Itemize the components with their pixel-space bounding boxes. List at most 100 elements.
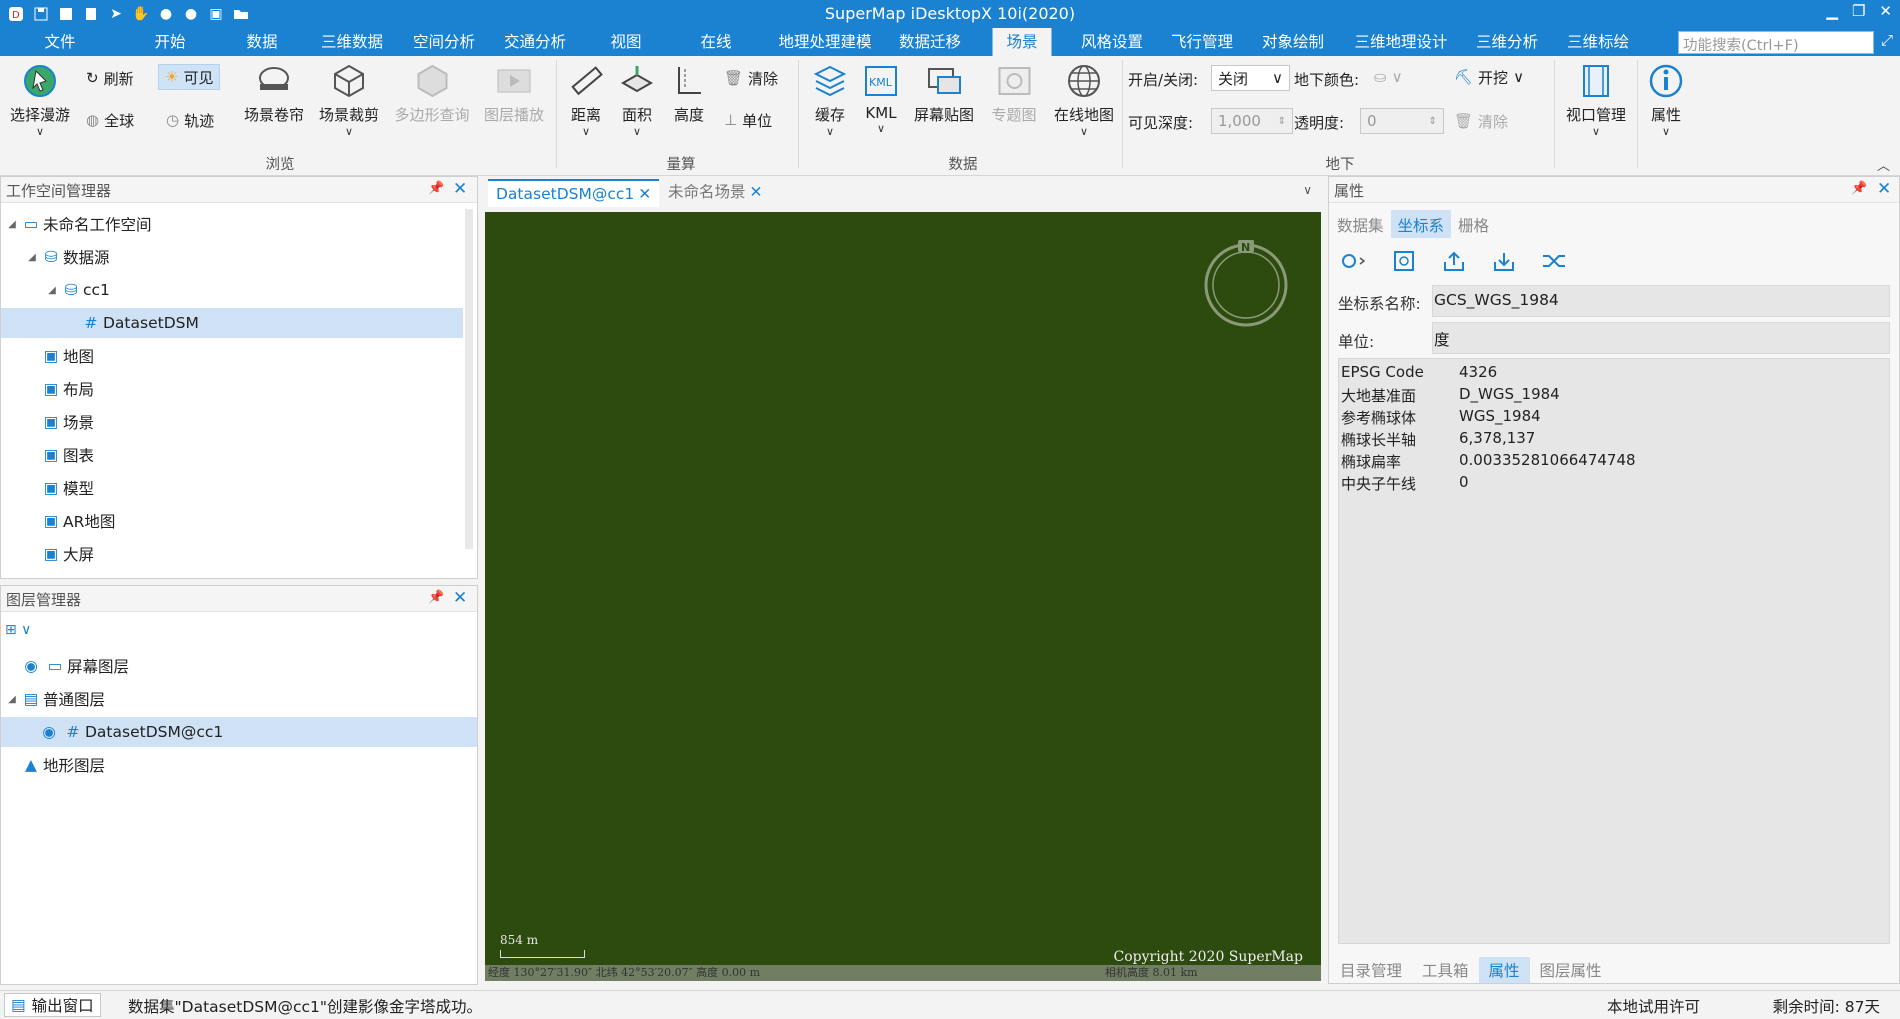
close-icon[interactable]: ✕: [1877, 179, 1891, 199]
reproject-icon[interactable]: [1340, 248, 1368, 274]
close-icon[interactable]: ✕: [453, 179, 467, 199]
menu-item[interactable]: 地理处理建模: [764, 28, 885, 56]
underground-color-picker[interactable]: ⛀ ∨: [1368, 64, 1409, 90]
menu-item[interactable]: 在线: [686, 28, 745, 56]
layer-item[interactable]: ◢ ▤ 普通图层: [1, 684, 477, 714]
area-button[interactable]: 面积 ∨: [617, 60, 657, 152]
menu-item[interactable]: 数据迁移: [885, 28, 975, 56]
expand-toggle-icon[interactable]: ◢: [5, 694, 19, 705]
layer-item[interactable]: ◉ # DatasetDSM@cc1: [1, 717, 477, 747]
track-button[interactable]: ◷ 轨迹: [160, 107, 220, 133]
menu-item[interactable]: 空间分析: [399, 28, 489, 56]
layer-play-button[interactable]: 图层播放: [484, 60, 544, 152]
tree-item[interactable]: ▣ 模型: [1, 473, 463, 503]
tree-item-label: 地图: [63, 348, 95, 366]
tree-item[interactable]: # DatasetDSM: [1, 308, 463, 338]
opacity-stepper[interactable]: 0 ⇕: [1360, 108, 1444, 134]
tree-item[interactable]: ▣ 布局: [1, 374, 463, 404]
layer-item[interactable]: ◉ ▭ 屏幕图层: [1, 651, 477, 681]
menu-item[interactable]: 三维标绘: [1553, 28, 1643, 56]
visible-button[interactable]: ☀ 可见: [158, 64, 221, 90]
pin-icon[interactable]: 📌: [1851, 181, 1867, 196]
tree-item[interactable]: ▣ AR地图: [1, 506, 463, 536]
menu-item[interactable]: 对象绘制: [1248, 28, 1338, 56]
close-icon[interactable]: ✕: [453, 588, 467, 608]
tree-item[interactable]: ◢ ⛁ 数据源: [1, 242, 463, 272]
pin-icon[interactable]: 📌: [428, 590, 444, 605]
refresh-button[interactable]: ↻ 刷新: [80, 65, 140, 91]
tab-dataset[interactable]: 数据集: [1330, 210, 1391, 238]
expand-toggle-icon[interactable]: ◢: [45, 285, 59, 296]
tab-list-chevron-icon[interactable]: ∨: [1303, 183, 1312, 197]
globe-button[interactable]: ◍ 全球: [80, 107, 140, 133]
expand-toggle-icon[interactable]: ◢: [5, 219, 19, 230]
shuffle-icon[interactable]: [1540, 248, 1568, 274]
visibility-eye-icon[interactable]: ◉: [23, 657, 39, 675]
collapse-ribbon-icon[interactable]: ︿: [1877, 155, 1890, 174]
cache-button[interactable]: 缓存 ∨: [810, 60, 850, 152]
expand-icon[interactable]: ⤢: [1877, 31, 1897, 53]
tree-item[interactable]: ▣ 场景: [1, 407, 463, 437]
scrollbar[interactable]: [465, 209, 473, 549]
viewport-manager-button[interactable]: 视口管理 ∨: [1566, 60, 1626, 152]
height-button[interactable]: 高度: [669, 60, 709, 152]
coordinate-settings-icon[interactable]: [1390, 248, 1418, 274]
close-button[interactable]: ✕: [1879, 2, 1892, 20]
add-layer-icon[interactable]: ⊞ ∨: [5, 622, 31, 638]
visibility-eye-icon[interactable]: ◉: [41, 723, 57, 741]
measure-unit-button[interactable]: ⊥ 单位: [718, 107, 778, 133]
compass-icon[interactable]: N: [1201, 240, 1291, 330]
tree-item[interactable]: ▣ 图表: [1, 440, 463, 470]
output-window-button[interactable]: ▤ 输出窗口: [4, 993, 101, 1017]
measure-clear-button[interactable]: 🗑 清除: [718, 65, 784, 91]
scene-curtain-button[interactable]: 场景卷帘: [244, 60, 304, 152]
close-icon[interactable]: ✕: [638, 185, 651, 203]
layer-item[interactable]: ▲ 地形图层: [1, 750, 477, 780]
menu-item[interactable]: 飞行管理: [1157, 28, 1247, 56]
expand-toggle-icon[interactable]: ◢: [25, 252, 39, 263]
tab-catalog[interactable]: 目录管理: [1330, 957, 1412, 983]
menu-item[interactable]: 数据: [232, 28, 291, 56]
tab-layer-properties[interactable]: 图层属性: [1530, 957, 1612, 983]
tab-untitled-scene[interactable]: 未命名场景 ✕: [660, 179, 771, 207]
excavate-button[interactable]: ⛏ 开挖 ∨: [1448, 64, 1530, 90]
menu-item[interactable]: 风格设置: [1067, 28, 1157, 56]
menu-item[interactable]: 文件: [30, 28, 89, 56]
tab-coordinate-system[interactable]: 坐标系: [1390, 210, 1452, 238]
minimize-button[interactable]: ▁: [1826, 2, 1838, 20]
tab-raster[interactable]: 栅格: [1451, 210, 1496, 238]
online-map-button[interactable]: 在线地图 ∨: [1054, 60, 1114, 152]
function-search-input[interactable]: 功能搜索(Ctrl+F): [1678, 31, 1874, 54]
properties-button[interactable]: 属性 ∨: [1646, 60, 1686, 152]
tree-item[interactable]: ◢ ⛁ cc1: [1, 275, 463, 305]
kml-button[interactable]: KML KML ∨: [861, 60, 901, 152]
pin-icon[interactable]: 📌: [428, 181, 444, 196]
export-icon[interactable]: [1440, 248, 1468, 274]
scene-view[interactable]: N 854 m Copyright 2020 SuperMap 经度 130°2…: [485, 212, 1321, 981]
visible-depth-stepper[interactable]: 1,000 ⇕: [1211, 108, 1293, 134]
screen-map-button[interactable]: 屏幕贴图: [914, 60, 974, 152]
menu-item[interactable]: 三维数据: [307, 28, 397, 56]
menu-item[interactable]: 开始: [140, 28, 199, 56]
select-roam-button[interactable]: 选择漫游 ∨: [10, 60, 70, 152]
menu-item[interactable]: 交通分析: [490, 28, 580, 56]
scene-clip-button[interactable]: 场景裁剪 ∨: [319, 60, 379, 152]
tree-item[interactable]: ◢ ▭ 未命名工作空间: [1, 209, 463, 239]
menu-item[interactable]: 三维地理设计: [1340, 28, 1461, 56]
tree-item[interactable]: ▣ 地图: [1, 341, 463, 371]
polygon-query-button[interactable]: 多边形查询: [394, 60, 470, 152]
menu-item[interactable]: 视图: [596, 28, 655, 56]
import-icon[interactable]: [1490, 248, 1518, 274]
tab-properties[interactable]: 属性: [1478, 957, 1530, 983]
menu-item[interactable]: 三维分析: [1462, 28, 1552, 56]
thematic-map-button[interactable]: 专题图: [991, 60, 1037, 152]
distance-button[interactable]: 距离 ∨: [566, 60, 606, 152]
tree-item[interactable]: ▣ 大屏: [1, 539, 463, 569]
menu-item[interactable]: 场景: [992, 28, 1052, 56]
on-off-select[interactable]: 关闭 ∨: [1211, 65, 1290, 91]
close-icon[interactable]: ✕: [750, 183, 763, 201]
tab-dataset-dsm[interactable]: DatasetDSM@cc1 ✕: [488, 179, 660, 207]
tab-toolbox[interactable]: 工具箱: [1412, 957, 1479, 983]
restore-button[interactable]: ❐: [1852, 2, 1865, 20]
underground-clear-button[interactable]: 🗑 清除: [1448, 108, 1514, 134]
